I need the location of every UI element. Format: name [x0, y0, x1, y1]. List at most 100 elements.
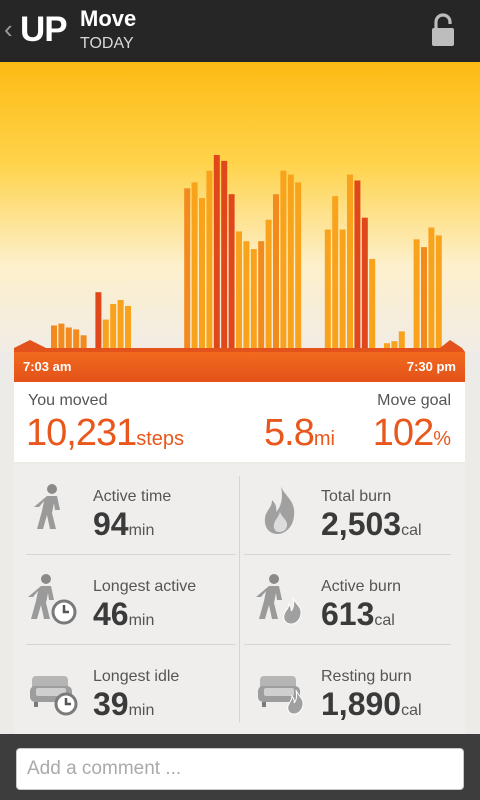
stat-resting-burn[interactable]: Resting burn 1,890cal [246, 646, 456, 732]
steps-count: 10,231 [26, 412, 137, 454]
activity-bar [273, 194, 279, 351]
stats-divider [26, 644, 236, 645]
stats-divider [244, 554, 451, 555]
stat-value: 94min [93, 506, 154, 549]
armchair-flame-icon [258, 676, 304, 715]
activity-bar [324, 229, 331, 351]
activity-bar [184, 188, 191, 351]
app-logo[interactable]: UP [20, 10, 68, 50]
stat-number: 39 [93, 686, 129, 722]
stat-label: Total burn [321, 488, 392, 505]
stats-grid: Active time 94min Total burn 2,503cal Lo… [14, 464, 465, 734]
stat-value: 2,503cal [321, 506, 422, 549]
activity-bar [95, 292, 102, 351]
stat-unit: cal [401, 522, 422, 539]
activity-bar [102, 319, 109, 351]
activity-bar [347, 174, 353, 351]
activity-bar [125, 305, 131, 351]
stat-value: 613cal [321, 596, 395, 639]
activity-bar [250, 249, 257, 351]
activity-bar [110, 304, 117, 351]
stat-number: 1,890 [321, 686, 402, 722]
flame-icon [264, 486, 295, 534]
stat-total-burn[interactable]: Total burn 2,503cal [246, 466, 456, 552]
page-title: Move [80, 6, 137, 31]
activity-bar-chart [14, 155, 465, 352]
stat-unit: cal [401, 702, 422, 719]
activity-bar [213, 155, 220, 351]
move-goal-label: Move goal [377, 392, 451, 409]
activity-bar [191, 182, 198, 351]
timeline-bar: 7:03 am 7:30 pm [14, 352, 465, 382]
end-time: 7:30 pm [406, 359, 456, 374]
comment-bar [0, 734, 480, 800]
activity-bar [199, 198, 205, 351]
stat-longest-idle[interactable]: Longest idle 39min [18, 646, 228, 732]
activity-bar [287, 174, 294, 351]
activity-bar [421, 247, 427, 351]
activity-bar [228, 194, 235, 351]
activity-bar [413, 239, 420, 351]
stat-label: Active time [93, 488, 172, 505]
stat-unit: cal [374, 612, 395, 629]
top-bar: ‹ UP Move TODAY [0, 0, 480, 62]
stats-divider [244, 644, 451, 645]
walking-person-icon [34, 484, 60, 529]
start-time: 7:03 am [23, 359, 72, 374]
activity-bar [236, 231, 242, 351]
walking-person-flame-icon [256, 574, 302, 625]
stat-longest-active[interactable]: Longest active 46min [18, 556, 228, 642]
goal-percent: 102 [372, 412, 434, 454]
activity-bar [265, 219, 272, 351]
move-summary: You moved 10,231steps 5.8mi Move goal 10… [14, 382, 465, 462]
activity-bar [280, 170, 287, 351]
activity-bar [428, 227, 435, 351]
stats-divider [26, 554, 236, 555]
activity-chart[interactable] [0, 62, 480, 352]
activity-bar [243, 241, 250, 351]
distance-unit: mi [313, 428, 335, 450]
activity-bar [73, 329, 80, 351]
activity-bar [295, 182, 302, 351]
steps-value: 10,231steps [26, 412, 184, 460]
activity-bar [206, 170, 213, 351]
stat-active-time[interactable]: Active time 94min [18, 466, 228, 552]
walking-person-timer-icon [28, 574, 77, 625]
stat-unit: min [128, 522, 155, 539]
stat-number: 613 [321, 596, 375, 632]
stat-value: 39min [93, 686, 154, 729]
page-subtitle: TODAY [80, 35, 134, 52]
stats-divider [239, 476, 240, 722]
activity-bar [332, 196, 339, 351]
chevron-left-icon[interactable]: ‹ [4, 14, 13, 44]
stat-value: 46min [93, 596, 154, 639]
stat-label: Active burn [321, 578, 402, 595]
stat-number: 46 [93, 596, 129, 632]
comment-input[interactable] [16, 748, 464, 790]
activity-bar [339, 229, 346, 351]
steps-unit: steps [136, 428, 185, 450]
unlock-icon[interactable] [428, 12, 458, 48]
activity-bar [51, 325, 57, 351]
activity-bar [361, 217, 368, 351]
stat-unit: min [128, 612, 155, 629]
stat-label: Longest active [93, 578, 197, 595]
activity-bar [369, 258, 376, 351]
you-moved-label: You moved [28, 392, 108, 409]
activity-bar [65, 327, 72, 351]
stat-label: Longest idle [93, 668, 180, 685]
activity-bar [58, 323, 65, 351]
stat-label: Resting burn [321, 668, 412, 685]
distance-value: 5.8mi [264, 412, 335, 460]
goal-unit: % [433, 428, 451, 450]
stat-unit: min [128, 702, 155, 719]
stat-number: 2,503 [321, 506, 402, 542]
activity-bar [435, 235, 442, 351]
move-goal-value: 102% [373, 412, 451, 460]
activity-bar [258, 241, 265, 351]
activity-bar [221, 160, 228, 351]
stat-active-burn[interactable]: Active burn 613cal [246, 556, 456, 642]
activity-bar [117, 300, 124, 351]
stat-number: 94 [93, 506, 129, 542]
distance-number: 5.8 [264, 412, 315, 454]
